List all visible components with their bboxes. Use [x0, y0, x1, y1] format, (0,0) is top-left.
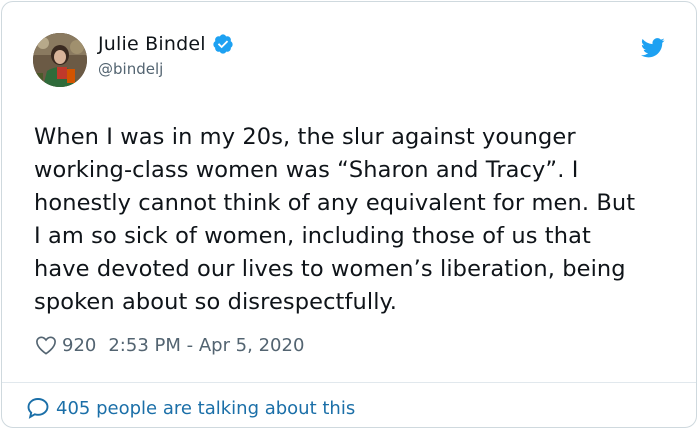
tweet-text: When I was in my 20s, the slur against y… — [34, 124, 636, 315]
like-count[interactable]: 920 — [62, 335, 96, 356]
author-display-name[interactable]: Julie Bindel — [98, 33, 206, 55]
avatar[interactable] — [33, 33, 87, 87]
verified-badge-icon — [213, 34, 233, 54]
avatar-photo — [33, 33, 87, 87]
divider — [2, 382, 696, 383]
talking-count-text[interactable]: 405 people are talking about this — [56, 398, 355, 419]
tweet-meta: 920 2:53 PM - Apr 5, 2020 — [35, 332, 304, 358]
speech-bubble-icon — [27, 398, 49, 419]
tweet-card[interactable]: Julie Bindel @bindelj When I was in my 2… — [1, 1, 697, 428]
author-name-row[interactable]: Julie Bindel — [98, 33, 234, 55]
tweet-timestamp[interactable]: 2:53 PM - Apr 5, 2020 — [108, 335, 304, 356]
twitter-bird-icon[interactable] — [641, 38, 665, 58]
author-handle[interactable]: @bindelj — [98, 60, 163, 78]
conversation-link[interactable]: 405 people are talking about this — [26, 395, 355, 421]
heart-icon[interactable] — [35, 335, 57, 355]
